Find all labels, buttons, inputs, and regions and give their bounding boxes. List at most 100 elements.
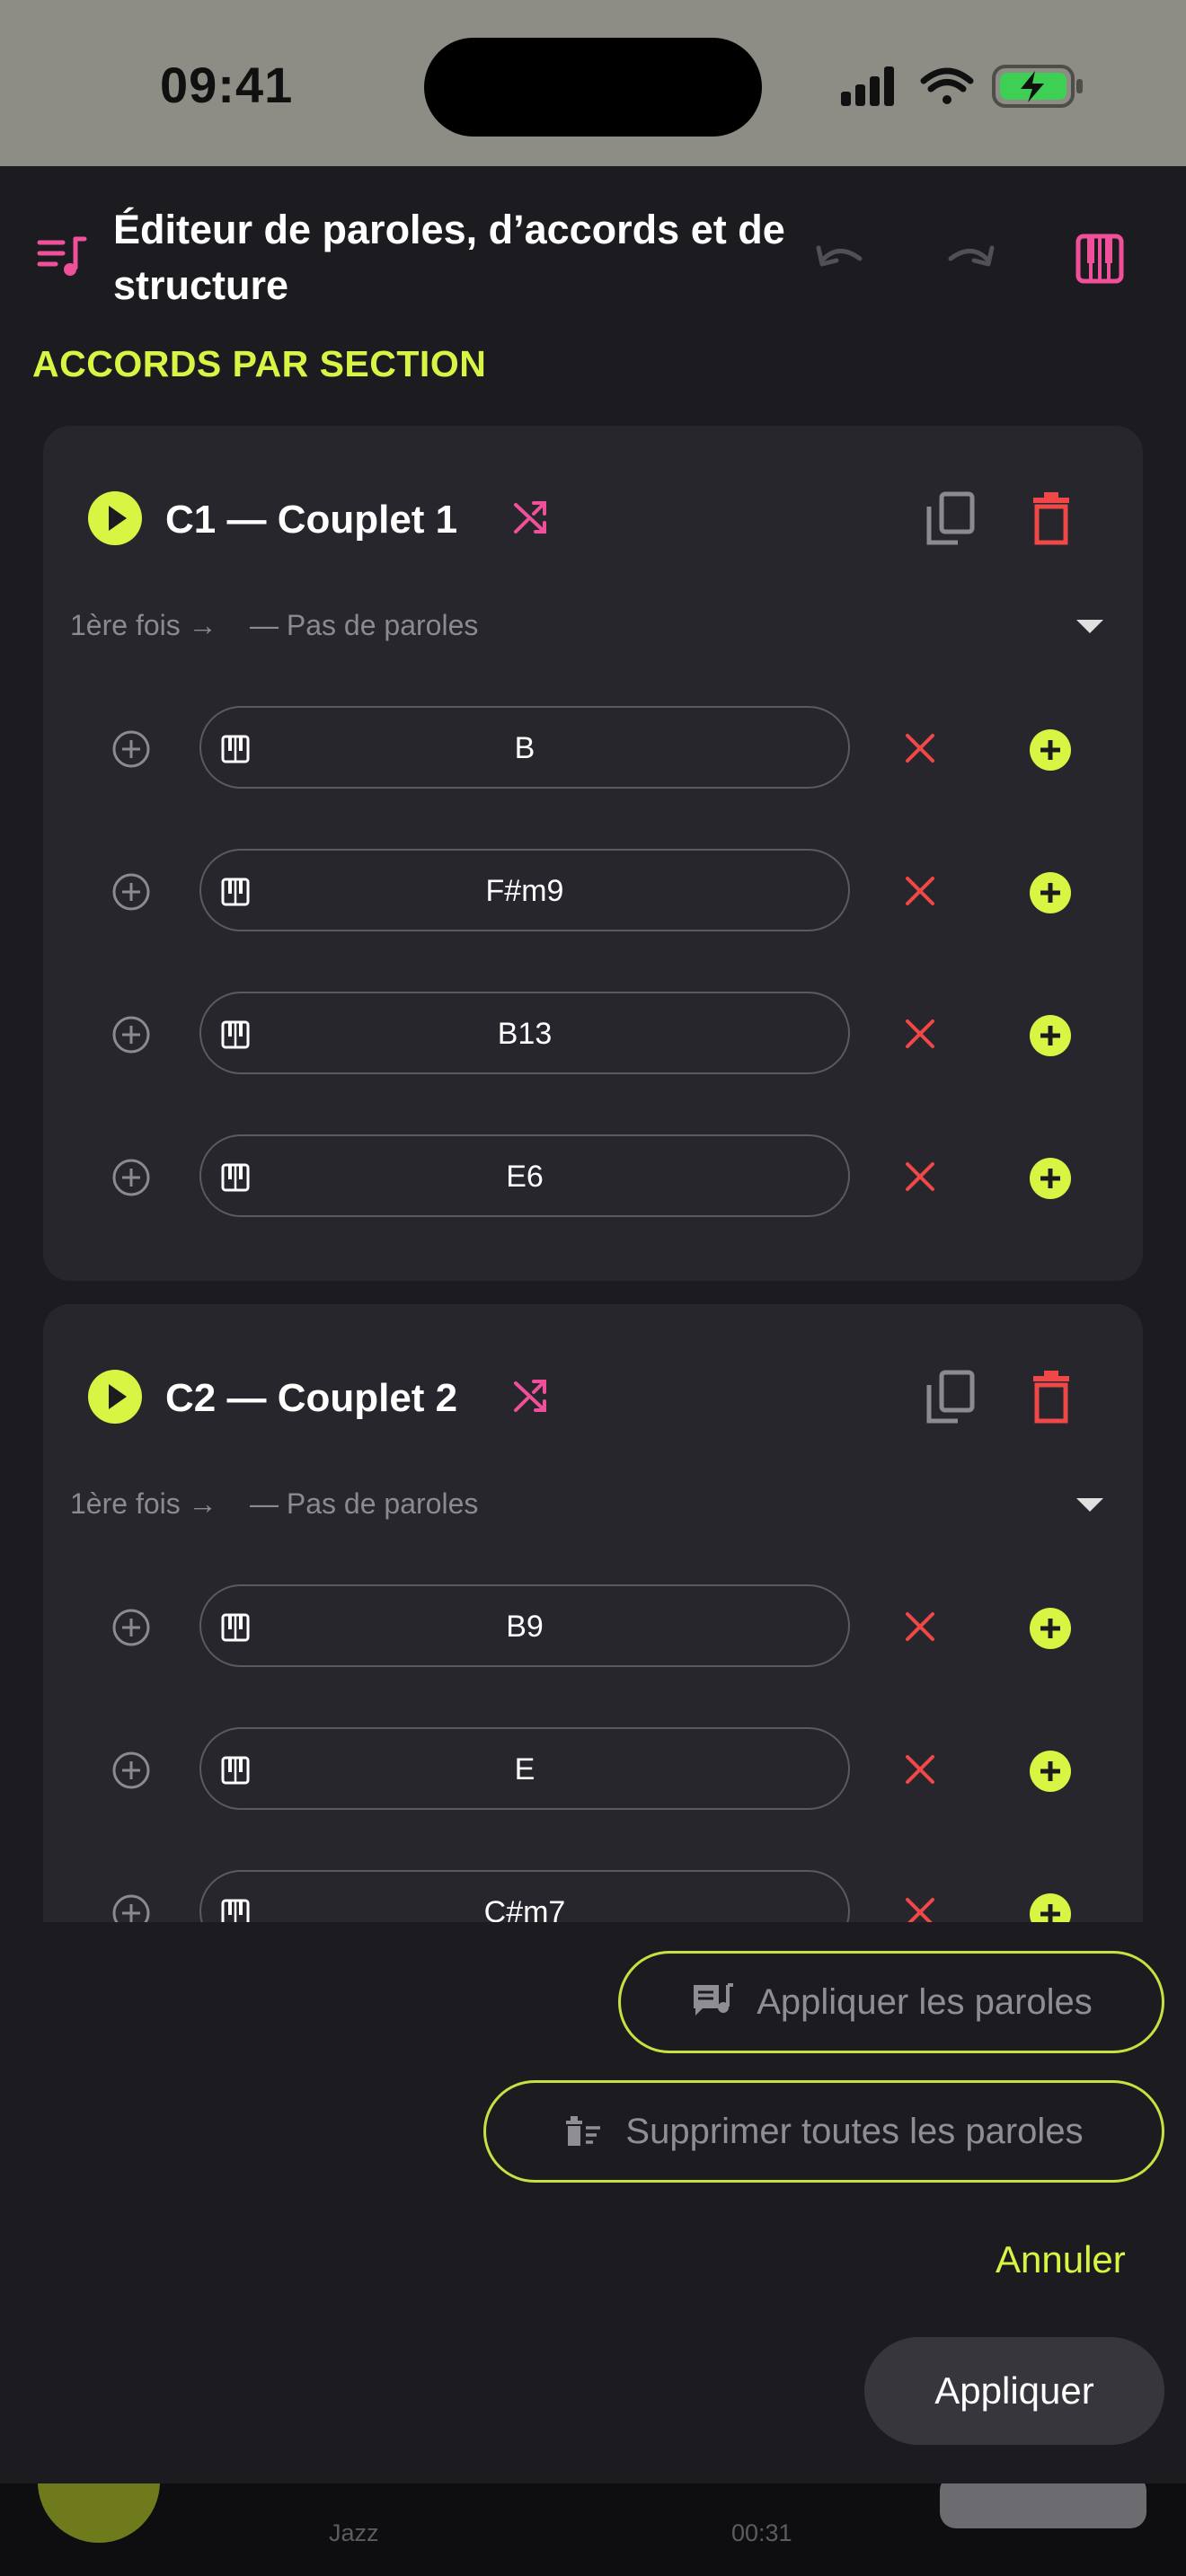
chord-field[interactable]: E6 xyxy=(199,1134,850,1217)
chord-row: F#m9 xyxy=(43,849,1143,935)
apply-button[interactable]: Appliquer xyxy=(864,2337,1164,2445)
mini-player-time: 00:31 xyxy=(731,2519,792,2546)
status-icons xyxy=(836,59,1096,113)
chord-name: E6 xyxy=(506,1160,544,1194)
delete-all-lyrics-button[interactable]: Supprimer toutes les paroles xyxy=(483,2080,1164,2183)
chord-row: E xyxy=(43,1727,1143,1813)
chord-name: B13 xyxy=(497,1017,553,1051)
chord-name: B xyxy=(514,731,535,765)
mini-player: Jazz 00:31 xyxy=(0,2483,1186,2576)
play-section-button[interactable] xyxy=(88,491,142,545)
chord-field[interactable]: C#m7 xyxy=(199,1870,850,1922)
chord-field[interactable]: E xyxy=(199,1727,850,1810)
play-icon xyxy=(109,506,127,531)
remove-chord-icon[interactable] xyxy=(901,1015,939,1053)
redo-icon xyxy=(948,245,995,267)
cancel-button[interactable]: Annuler xyxy=(996,2238,1126,2281)
chord-name: E xyxy=(514,1752,535,1786)
add-chord-icon[interactable] xyxy=(1030,1015,1071,1056)
lyrics-label: 1ère fois → xyxy=(70,1487,217,1520)
shuffle-button[interactable] xyxy=(512,1376,550,1418)
album-art[interactable] xyxy=(38,2483,160,2543)
shuffle-icon xyxy=(514,501,546,534)
duplicate-section-button[interactable] xyxy=(925,1369,976,1429)
chevron-down-icon xyxy=(1076,620,1103,633)
chord-field[interactable]: F#m9 xyxy=(199,849,850,931)
undo-button[interactable] xyxy=(813,232,867,286)
duplicate-section-button[interactable] xyxy=(925,490,976,551)
status-bar: 09:41 xyxy=(0,0,1186,166)
add-chord-icon[interactable] xyxy=(1030,872,1071,913)
apply-button-label: Appliquer xyxy=(934,2369,1094,2412)
remove-chord-icon[interactable] xyxy=(901,1608,939,1645)
copy-icon xyxy=(926,1370,975,1424)
lyrics-selector[interactable]: 1ère fois → — Pas de paroles xyxy=(70,604,1103,648)
wifi-icon xyxy=(920,67,974,104)
chord-row: B9 xyxy=(43,1584,1143,1671)
delete-list-icon xyxy=(566,2116,601,2146)
add-chord-icon[interactable] xyxy=(1030,1893,1071,1922)
play-section-button[interactable] xyxy=(88,1370,142,1424)
shuffle-icon xyxy=(514,1380,546,1412)
chord-name: F#m9 xyxy=(485,874,564,908)
chord-row: B xyxy=(43,706,1143,792)
insert-before-icon[interactable] xyxy=(111,1893,151,1922)
remove-chord-icon[interactable] xyxy=(901,1158,939,1195)
add-chord-icon[interactable] xyxy=(1030,1751,1071,1792)
mini-player-genre: Jazz xyxy=(329,2519,379,2546)
section-title: C1 — Couplet 1 xyxy=(165,498,458,542)
insert-before-icon[interactable] xyxy=(111,729,151,769)
delete-section-button[interactable] xyxy=(1030,1369,1073,1429)
lyrics-value: — Pas de paroles xyxy=(250,609,479,641)
apply-lyrics-label: Appliquer les paroles xyxy=(757,1981,1093,2022)
insert-before-icon[interactable] xyxy=(111,1608,151,1647)
remove-chord-icon[interactable] xyxy=(901,872,939,910)
remove-chord-icon[interactable] xyxy=(901,1751,939,1788)
insert-before-icon[interactable] xyxy=(111,1158,151,1197)
insert-before-icon[interactable] xyxy=(111,1015,151,1054)
trash-icon xyxy=(1033,492,1069,545)
add-chord-icon[interactable] xyxy=(1030,1608,1071,1649)
section-list[interactable]: C1 — Couplet 1 1ère fois → — Pas de paro… xyxy=(0,413,1186,1922)
redo-button[interactable] xyxy=(943,232,997,286)
delete-section-button[interactable] xyxy=(1030,490,1073,551)
copy-icon xyxy=(926,491,975,545)
lyrics-value: — Pas de paroles xyxy=(250,1487,479,1520)
delete-all-lyrics-label: Supprimer toutes les paroles xyxy=(625,2111,1084,2151)
chord-name: C#m7 xyxy=(483,1895,566,1922)
remove-chord-icon[interactable] xyxy=(901,729,939,767)
insert-before-icon[interactable] xyxy=(111,1751,151,1790)
page-title: Éditeur de paroles, d’accords et de stru… xyxy=(113,207,785,308)
chord-name: B9 xyxy=(506,1610,544,1644)
lyrics-selector[interactable]: 1ère fois → — Pas de paroles xyxy=(70,1482,1103,1527)
dynamic-island xyxy=(424,38,762,137)
remove-chord-icon[interactable] xyxy=(901,1893,939,1922)
lyrics-label: 1ère fois → xyxy=(70,609,217,641)
undo-icon xyxy=(816,245,863,267)
chord-field[interactable]: B13 xyxy=(199,992,850,1074)
section-card: C1 — Couplet 1 1ère fois → — Pas de paro… xyxy=(43,426,1143,1281)
chord-row: C#m7 xyxy=(43,1870,1143,1922)
chevron-down-icon xyxy=(1076,1498,1103,1512)
status-time: 09:41 xyxy=(160,57,294,113)
section-title: C2 — Couplet 2 xyxy=(165,1376,458,1420)
chord-field[interactable]: B xyxy=(199,706,850,789)
shuffle-button[interactable] xyxy=(512,498,550,540)
trash-icon xyxy=(1033,1371,1069,1424)
apply-lyrics-button[interactable]: Appliquer les paroles xyxy=(618,1951,1164,2053)
piano-button[interactable] xyxy=(1073,232,1127,286)
battery-icon xyxy=(992,65,1083,108)
add-chord-icon[interactable] xyxy=(1030,1158,1071,1199)
play-icon xyxy=(109,1384,127,1409)
chord-row: E6 xyxy=(43,1134,1143,1221)
insert-before-icon[interactable] xyxy=(111,872,151,912)
mini-player-button[interactable] xyxy=(940,2483,1146,2528)
chord-field[interactable]: B9 xyxy=(199,1584,850,1667)
lyrics-note-icon xyxy=(694,1983,734,2016)
add-chord-icon[interactable] xyxy=(1030,729,1071,771)
section-heading: ACCORDS PAR SECTION xyxy=(32,343,487,384)
lyrics-list-icon[interactable] xyxy=(36,232,88,288)
section-card: C2 — Couplet 2 1ère fois → — Pas de paro… xyxy=(43,1304,1143,1922)
piano-icon xyxy=(1075,234,1124,284)
signal-icon xyxy=(841,66,894,106)
